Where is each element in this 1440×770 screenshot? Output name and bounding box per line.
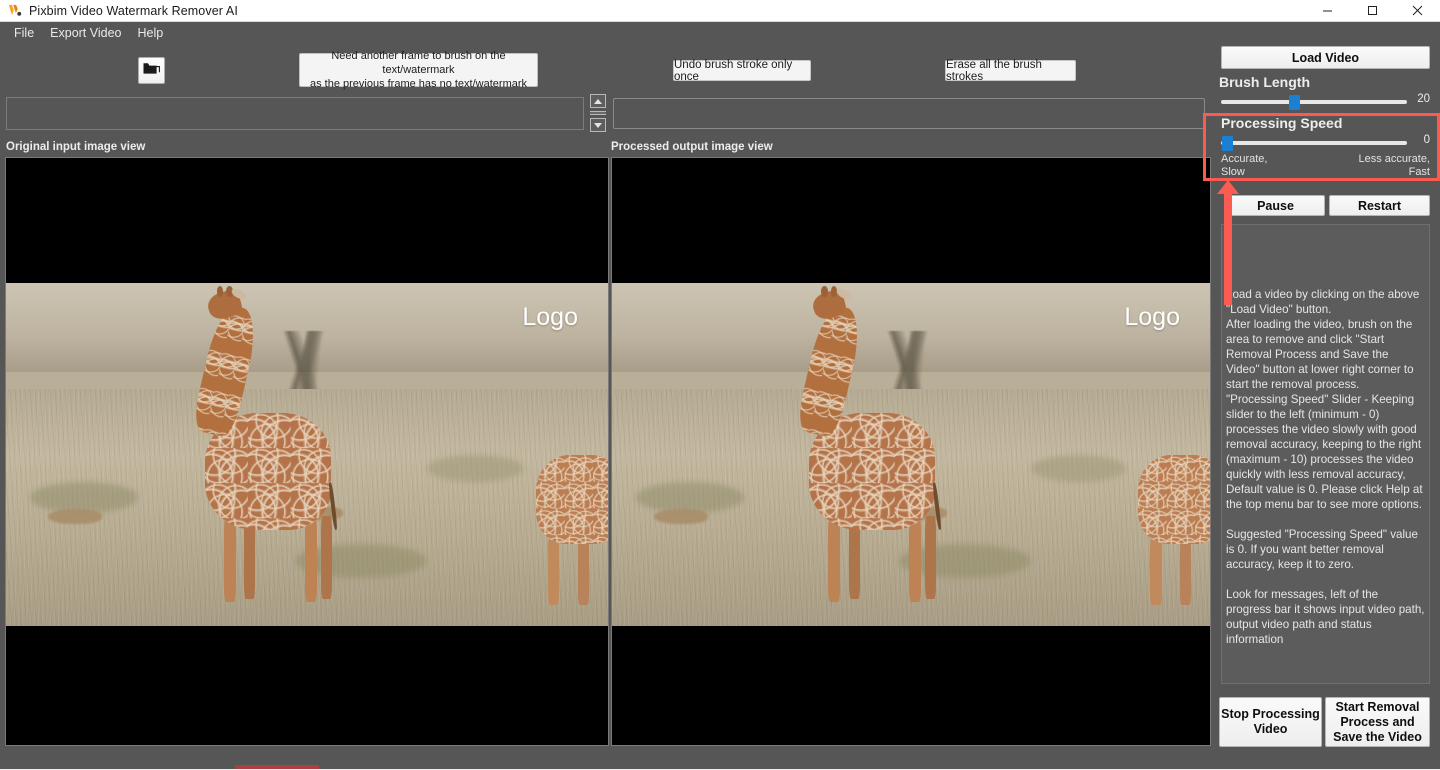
window-controls (1305, 0, 1440, 22)
savanna-scene-image: Logo (612, 283, 1210, 626)
original-view-label: Original input image view (6, 141, 146, 153)
stop-processing-video-button[interactable]: Stop Processing Video (1219, 697, 1322, 747)
menu-item-export-video[interactable]: Export Video (42, 24, 129, 42)
giraffe-leg (547, 536, 560, 606)
red-up-arrow-icon (1217, 180, 1239, 194)
spinner-down-arrow-icon[interactable] (590, 118, 606, 132)
close-button[interactable] (1395, 0, 1440, 22)
spinner-up-arrow-icon[interactable] (590, 94, 606, 108)
brush-length-thumb[interactable] (1289, 95, 1300, 110)
erase-all-brush-strokes-button[interactable]: Erase all the brush strokes (945, 59, 1076, 83)
frame-hint-message: Need another frame to brush on the text/… (299, 50, 538, 90)
frame-hint-line-1: Need another frame to brush on the text/… (331, 50, 506, 76)
spinner-divider (590, 111, 606, 115)
giraffe-leg (1150, 536, 1162, 606)
menu-bar: File Export Video Help (0, 22, 1440, 43)
processing-speed-legend: Accurate, Less accurate, Slow Fast (1221, 153, 1430, 178)
watermark-text: Logo (522, 303, 578, 331)
pixbim-logo-icon (4, 0, 26, 22)
original-image-canvas[interactable]: Logo (5, 157, 609, 746)
legend-accurate: Accurate, (1221, 153, 1268, 165)
menu-item-help[interactable]: Help (130, 24, 172, 42)
giraffe-body (535, 454, 608, 544)
processing-speed-slider[interactable]: 0 (1221, 134, 1430, 151)
title-bar: Pixbim Video Watermark Remover AI (0, 0, 1440, 22)
giraffe-leg (577, 536, 590, 606)
processed-image-canvas[interactable]: Logo (611, 157, 1211, 746)
pause-button[interactable]: Pause (1226, 195, 1325, 216)
legend-fast: Fast (1408, 165, 1430, 178)
processed-view-label: Processed output image view (611, 141, 773, 153)
processing-speed-value: 0 (1423, 134, 1430, 146)
second-giraffe-figure (6, 283, 608, 626)
original-video-frame: Logo (6, 283, 608, 626)
progress-bar (613, 98, 1205, 129)
brush-length-track[interactable] (1221, 100, 1407, 104)
maximize-button[interactable] (1350, 0, 1395, 22)
legend-less-accurate: Less accurate, (1358, 153, 1430, 165)
restart-button[interactable]: Restart (1329, 195, 1430, 216)
instructions-panel: Load a video by clicking on the above "L… (1221, 224, 1430, 684)
menu-item-file[interactable]: File (6, 24, 42, 42)
window-title: Pixbim Video Watermark Remover AI (29, 3, 238, 18)
start-removal-process-button[interactable]: Start Removal Process and Save the Video (1325, 697, 1430, 747)
load-video-button[interactable]: Load Video (1221, 46, 1430, 69)
giraffe-body (1138, 454, 1210, 544)
brush-length-slider[interactable]: 20 (1221, 93, 1430, 110)
processing-speed-title: Processing Speed (1221, 115, 1343, 131)
watermark-text: Logo (1124, 303, 1180, 331)
processed-video-frame: Logo (612, 283, 1210, 626)
processing-speed-track[interactable] (1221, 141, 1407, 145)
processing-speed-thumb[interactable] (1222, 136, 1233, 151)
instructions-text: Load a video by clicking on the above "L… (1226, 288, 1425, 646)
brush-length-value: 20 (1417, 93, 1430, 105)
frame-hint-line-2: as the previous frame has no text/waterm… (309, 78, 528, 90)
undo-brush-stroke-button[interactable]: Undo brush stroke only once (673, 59, 811, 83)
minimize-button[interactable] (1305, 0, 1350, 22)
giraffe-spot-pattern (1138, 454, 1210, 544)
open-folder-button[interactable] (138, 57, 165, 84)
frame-stepper[interactable] (590, 94, 606, 132)
giraffe-leg (1180, 536, 1192, 606)
status-message-field[interactable] (6, 97, 584, 130)
brush-length-title: Brush Length (1219, 74, 1310, 90)
legend-slow: Slow (1221, 165, 1245, 178)
giraffe-spot-pattern (535, 454, 608, 544)
savanna-scene-image: Logo (6, 283, 608, 626)
application-window: Pixbim Video Watermark Remover AI File E… (0, 0, 1440, 770)
second-giraffe-figure (612, 283, 1210, 626)
open-folder-icon (143, 61, 160, 80)
